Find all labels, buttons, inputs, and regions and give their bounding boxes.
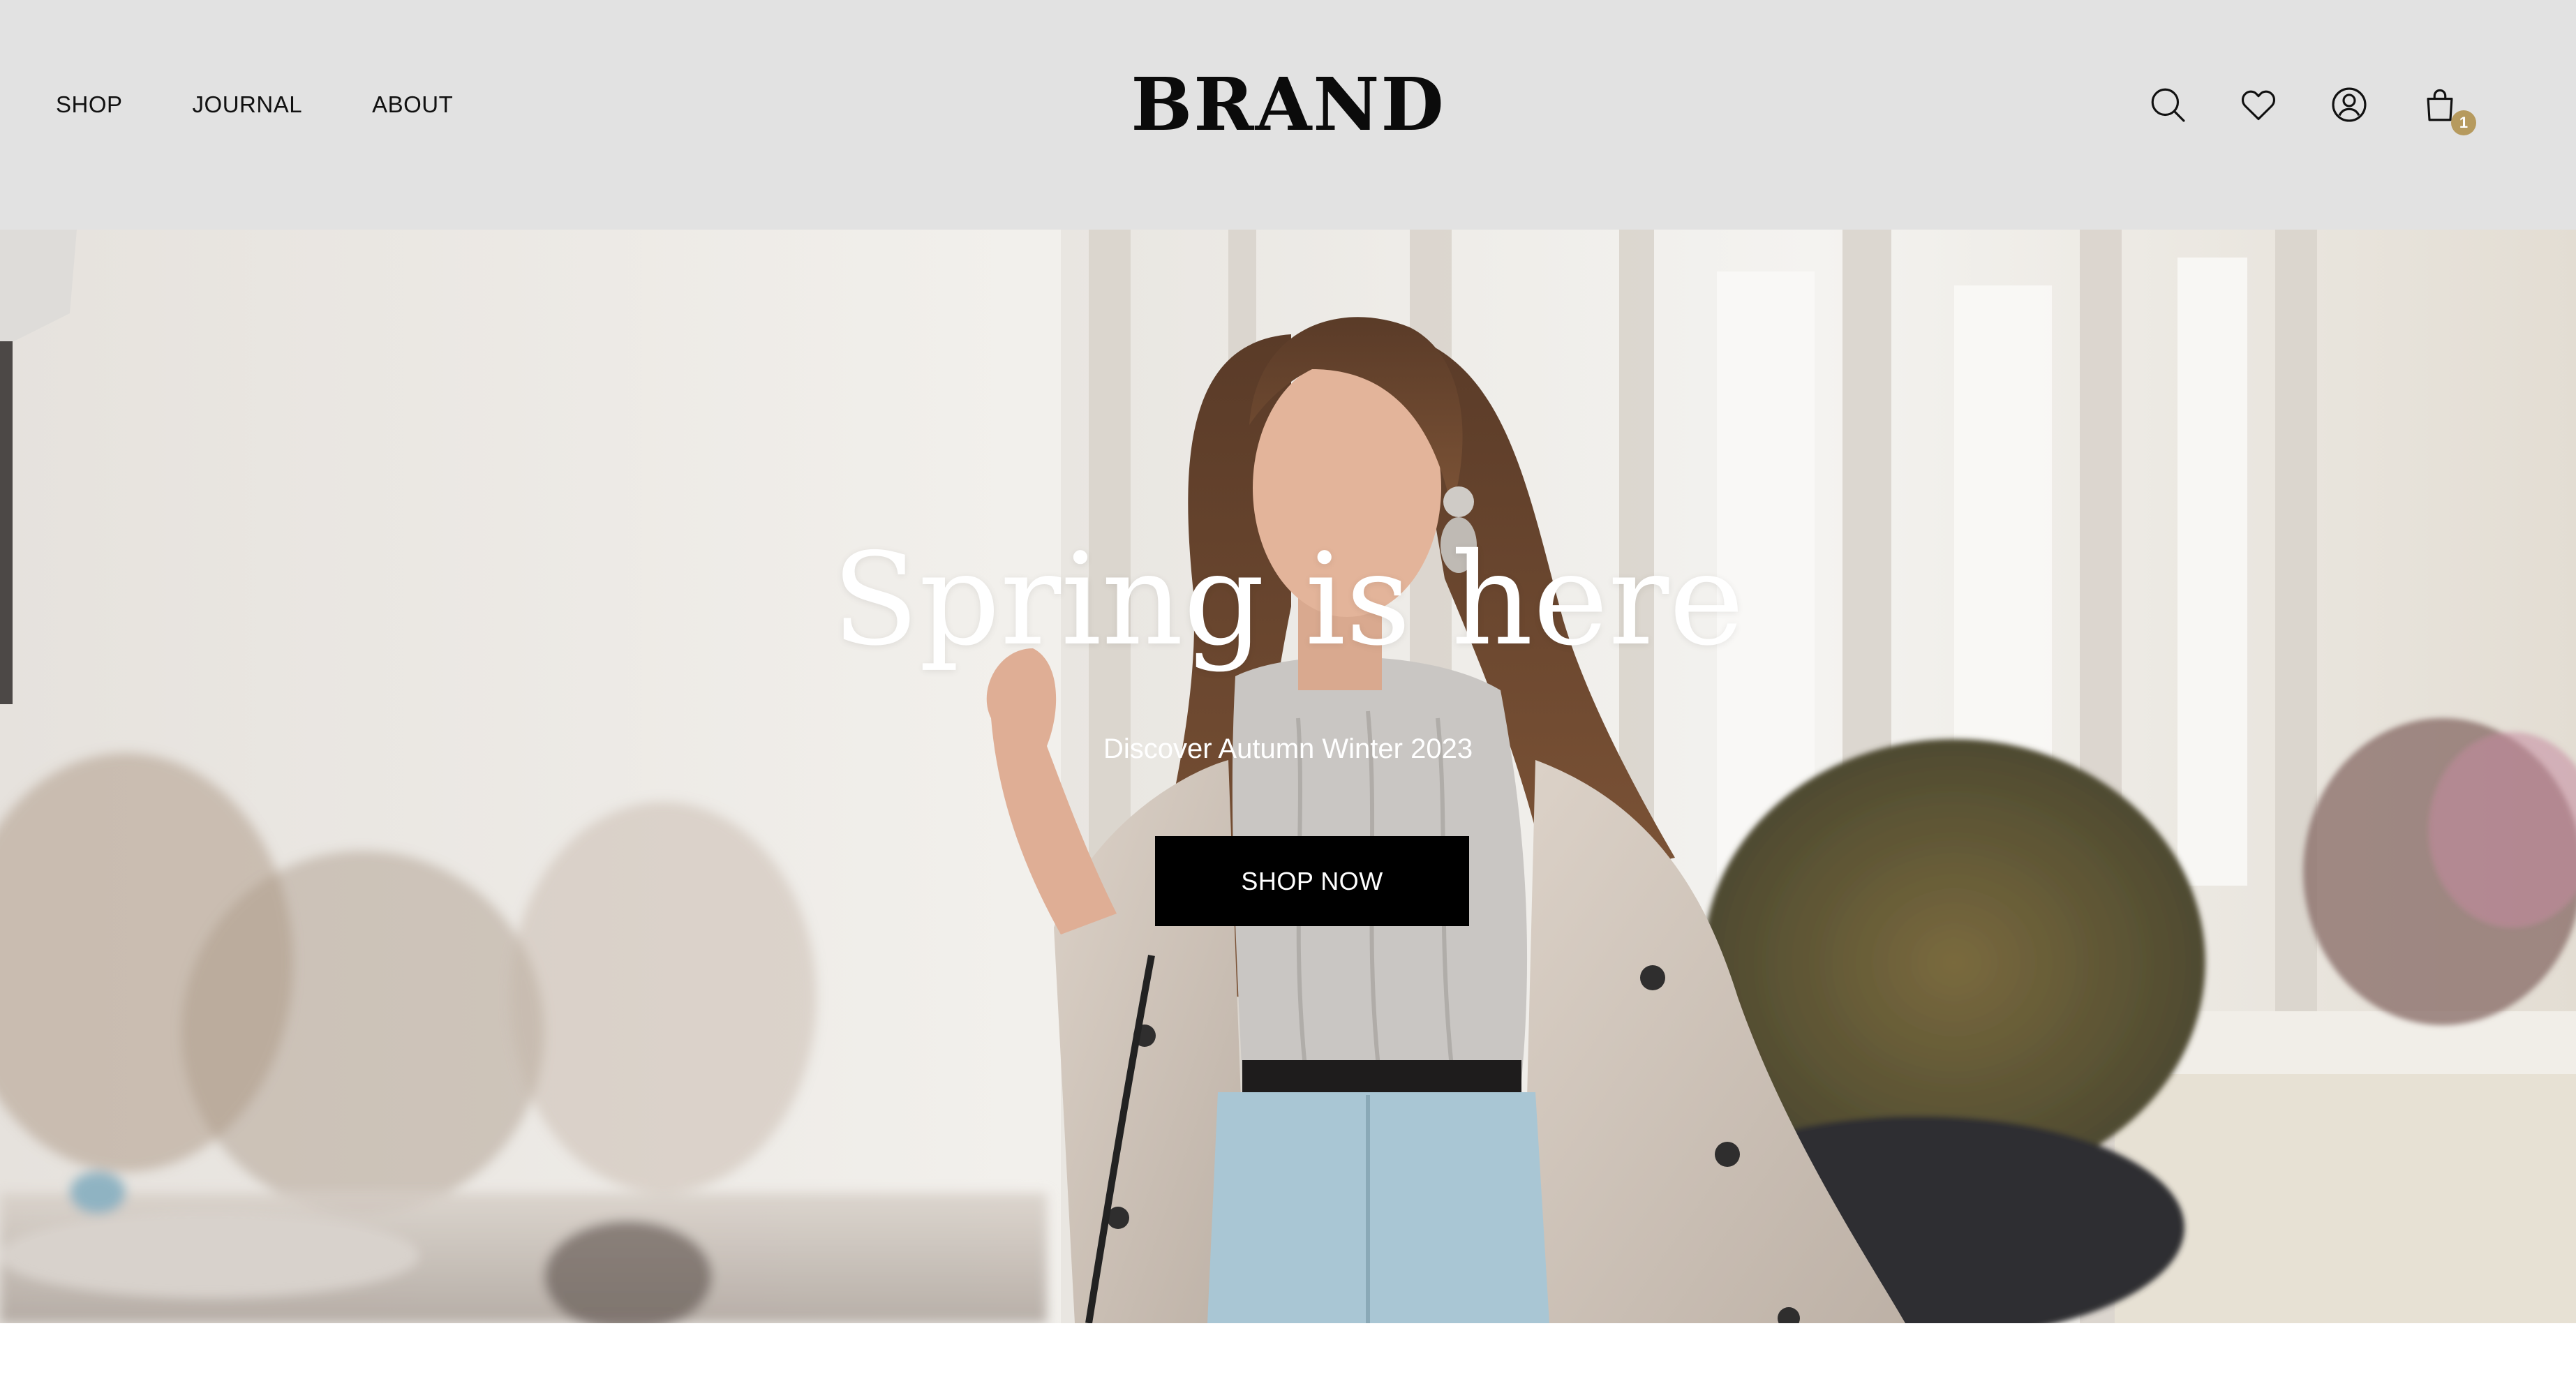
hero-title: Spring is here xyxy=(831,526,1745,673)
hero-subtitle: Discover Autumn Winter 2023 xyxy=(1103,733,1473,764)
shop-now-button[interactable]: SHOP NOW xyxy=(1155,836,1469,926)
cart-button[interactable]: 1 xyxy=(2416,81,2476,135)
user-icon xyxy=(2332,87,2367,122)
search-icon xyxy=(2151,88,2185,122)
header-actions: 1 xyxy=(2144,81,2507,135)
cart-count-badge: 1 xyxy=(2451,110,2476,135)
heart-icon xyxy=(2241,90,2276,121)
wishlist-button[interactable] xyxy=(2235,81,2282,128)
search-button[interactable] xyxy=(2144,81,2191,128)
site-header: SHOP JOURNAL ABOUT BRAND 1 xyxy=(0,0,2576,230)
hero-photo xyxy=(0,230,2576,1323)
page-content-area xyxy=(0,1323,2576,1393)
hero-banner: Spring is here Discover Autumn Winter 20… xyxy=(0,230,2576,1323)
account-button[interactable] xyxy=(2325,81,2373,128)
